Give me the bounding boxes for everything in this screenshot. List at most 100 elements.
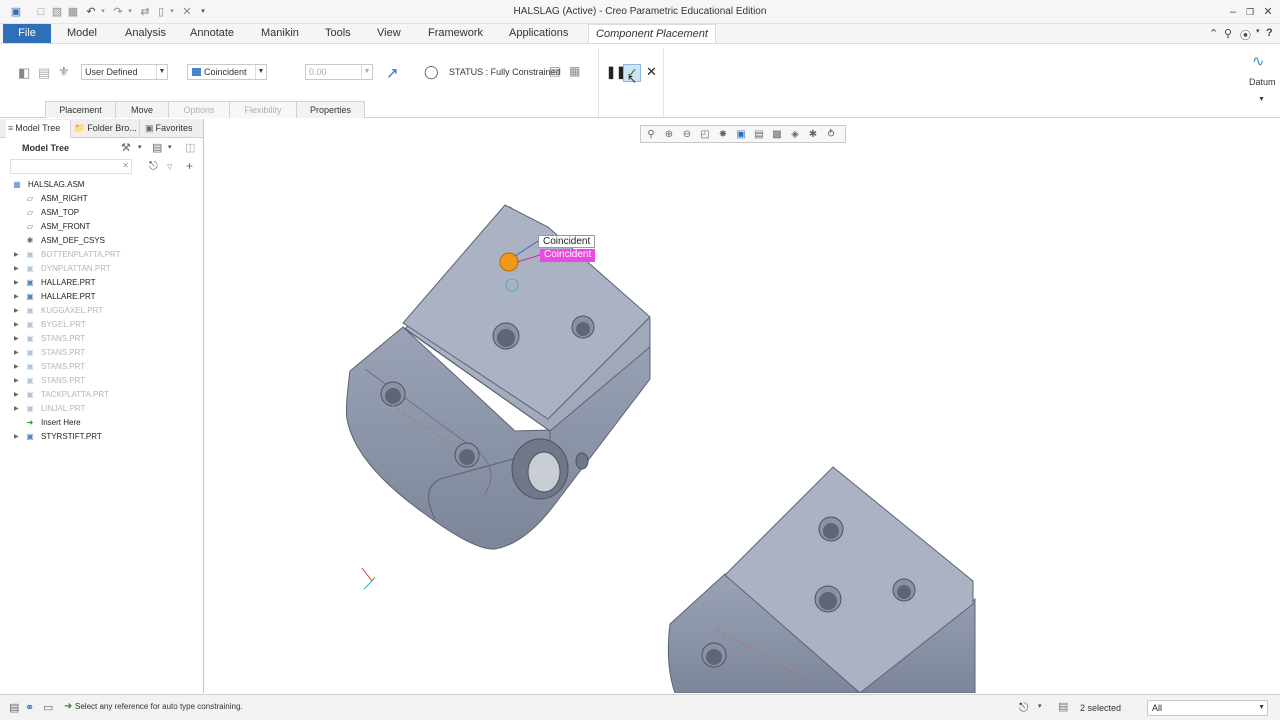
show-dropdown-icon[interactable]: ▾: [168, 143, 172, 151]
tab-applications[interactable]: Applications: [509, 24, 568, 43]
display-style-icon[interactable]: ▣: [733, 127, 749, 142]
minimize-ribbon-icon[interactable]: ⌃: [1209, 27, 1218, 40]
zoom-out-icon[interactable]: ⊖: [679, 127, 695, 142]
maximize-icon[interactable]: ❐: [1241, 4, 1259, 20]
tab-model-tree[interactable]: ≡ Model Tree: [6, 120, 71, 138]
expand-icon[interactable]: ▶: [14, 430, 19, 444]
tab-tools[interactable]: Tools: [325, 24, 351, 43]
placement-options-icon[interactable]: ◯: [424, 64, 439, 80]
toggle-navigator-icon[interactable]: ▤: [9, 701, 19, 714]
separate-window-icon[interactable]: ▤: [549, 64, 560, 78]
minimize-icon[interactable]: –: [1224, 4, 1242, 20]
refit-icon[interactable]: ⚲: [643, 127, 659, 142]
datum-icon[interactable]: ∿: [1252, 52, 1265, 70]
expand-icon[interactable]: ▶: [14, 290, 19, 304]
spin-center-icon[interactable]: ✸: [715, 127, 731, 142]
assembly-window-icon[interactable]: ▦: [569, 64, 580, 78]
tab-placement[interactable]: Placement: [45, 101, 116, 118]
datum-label[interactable]: Datum: [1249, 77, 1276, 87]
tab-favorites[interactable]: ▣ Favorites: [143, 120, 203, 138]
command-search-icon[interactable]: ⦿: [1240, 27, 1251, 43]
tree-item[interactable]: ▶ ▣ STYRSTIFT.PRT: [0, 430, 203, 444]
filter-icon[interactable]: ▿: [167, 160, 173, 173]
constraint-type-dropdown[interactable]: Coincident ▼: [187, 64, 267, 80]
tree-item[interactable]: ▶ ▣ HALLARE.PRT: [0, 290, 203, 304]
perspective-icon[interactable]: ◈: [787, 127, 803, 142]
zoom-in-icon[interactable]: ⊕: [661, 127, 677, 142]
repaint-icon[interactable]: ◰: [697, 127, 713, 142]
settings-dropdown-icon[interactable]: ▾: [138, 143, 142, 151]
close-icon[interactable]: ✕: [1259, 4, 1277, 20]
tree-item[interactable]: ▶ ▣ BYGEL.PRT: [0, 318, 203, 332]
offset-value-field[interactable]: 0.00 ▼: [305, 64, 373, 80]
tab-folder-browser[interactable]: 📁 Folder Bro...: [72, 120, 140, 138]
browser-icon[interactable]: ⚭: [25, 701, 34, 714]
rigid-constraint-icon[interactable]: ▤: [38, 65, 50, 81]
expand-icon[interactable]: ▶: [14, 332, 19, 346]
graphics-window[interactable]: ⚲ ⊕ ⊖ ◰ ✸ ▣ ▤ ▩ ◈ ✱ ⥁ Coincident Coincid…: [205, 119, 1280, 693]
selection-icon[interactable]: ▤: [1058, 700, 1068, 713]
expand-icon[interactable]: ▶: [14, 388, 19, 402]
annotation-display-icon[interactable]: ⥁: [823, 127, 839, 142]
tab-move[interactable]: Move: [115, 101, 169, 118]
find-icon[interactable]: ⎋: [1019, 700, 1029, 715]
tree-item[interactable]: ▶ ▣ TACKPLATTA.PRT: [0, 388, 203, 402]
file-menu[interactable]: File: [3, 24, 51, 43]
expand-icon[interactable]: ▶: [14, 304, 19, 318]
tree-item[interactable]: ✱ ASM_DEF_CSYS: [0, 234, 203, 248]
expand-icon[interactable]: ▶: [14, 248, 19, 262]
expand-icon[interactable]: ▶: [14, 360, 19, 374]
add-icon[interactable]: +: [186, 159, 193, 173]
tree-item-insert-here[interactable]: ➜ Insert Here: [0, 416, 203, 430]
cancel-icon[interactable]: ✕: [646, 64, 657, 80]
tree-item[interactable]: ▶ ▣ LINJAL.PRT: [0, 402, 203, 416]
tree-item[interactable]: ▶ ▣ BOTTENPLATTA.PRT: [0, 248, 203, 262]
full-screen-icon[interactable]: ▭: [43, 701, 53, 714]
search-icon[interactable]: ⚲: [1224, 27, 1232, 40]
saved-orientations-icon[interactable]: ▤: [751, 127, 767, 142]
tab-component-placement[interactable]: Component Placement: [588, 24, 716, 44]
tree-item[interactable]: ▶ ▣ HALLARE.PRT: [0, 276, 203, 290]
clear-icon[interactable]: ✕: [122, 161, 129, 170]
tab-annotate[interactable]: Annotate: [190, 24, 234, 43]
tree-search-input[interactable]: ✕: [10, 159, 132, 174]
constraint-move-icon[interactable]: ◧: [18, 65, 30, 81]
expand-icon[interactable]: ▶: [14, 318, 19, 332]
tree-item[interactable]: ▶ ▣ DYNPLATTAN.PRT: [0, 262, 203, 276]
expand-icon[interactable]: ▶: [14, 346, 19, 360]
tab-analysis[interactable]: Analysis: [125, 24, 166, 43]
tab-model[interactable]: Model: [67, 24, 97, 43]
expand-icon[interactable]: ▶: [14, 262, 19, 276]
find-icon[interactable]: ⎋: [149, 160, 158, 173]
tree-item-root[interactable]: ▦ HALSLAG.ASM: [0, 178, 203, 192]
constraint-callout[interactable]: Coincident: [538, 235, 596, 248]
constraint-callout-highlighted[interactable]: Coincident: [540, 249, 596, 262]
tree-item[interactable]: ▶ ▣ STANS.PRT: [0, 332, 203, 346]
tree-item[interactable]: ▱ ASM_TOP: [0, 206, 203, 220]
tree-item[interactable]: ▱ ASM_RIGHT: [0, 192, 203, 206]
tree-item[interactable]: ▱ ASM_FRONT: [0, 220, 203, 234]
tree-item[interactable]: ▶ ▣ STANS.PRT: [0, 374, 203, 388]
show-icon[interactable]: ▤: [152, 141, 162, 154]
selected-count[interactable]: 2 selected: [1080, 703, 1121, 713]
expand-icon[interactable]: ▶: [14, 276, 19, 290]
datum-display-icon[interactable]: ✱: [805, 127, 821, 142]
view-manager-icon[interactable]: ▩: [769, 127, 785, 142]
help-icon[interactable]: ?: [1266, 27, 1273, 39]
connection-icon[interactable]: ⚜: [58, 64, 70, 80]
constraint-set-dropdown[interactable]: User Defined ▼: [81, 64, 168, 80]
tab-manikin[interactable]: Manikin: [261, 24, 299, 43]
tab-framework[interactable]: Framework: [428, 24, 483, 43]
tab-view[interactable]: View: [377, 24, 401, 43]
flip-constraint-icon[interactable]: ↗: [386, 64, 399, 82]
command-search-dropdown-icon[interactable]: ▾: [1256, 27, 1260, 35]
selection-filter-dropdown[interactable]: All ▼: [1147, 700, 1268, 716]
datum-dropdown-icon[interactable]: ▼: [1258, 96, 1265, 103]
expand-icon[interactable]: ▶: [14, 402, 19, 416]
tree-item[interactable]: ▶ ▣ KUGGAXEL.PRT: [0, 304, 203, 318]
tree-item[interactable]: ▶ ▣ STANS.PRT: [0, 346, 203, 360]
tab-properties[interactable]: Properties: [296, 101, 365, 118]
tree-item[interactable]: ▶ ▣ STANS.PRT: [0, 360, 203, 374]
find-dropdown-icon[interactable]: ▾: [1038, 702, 1042, 710]
tree-columns-icon[interactable]: ◫: [185, 141, 195, 154]
